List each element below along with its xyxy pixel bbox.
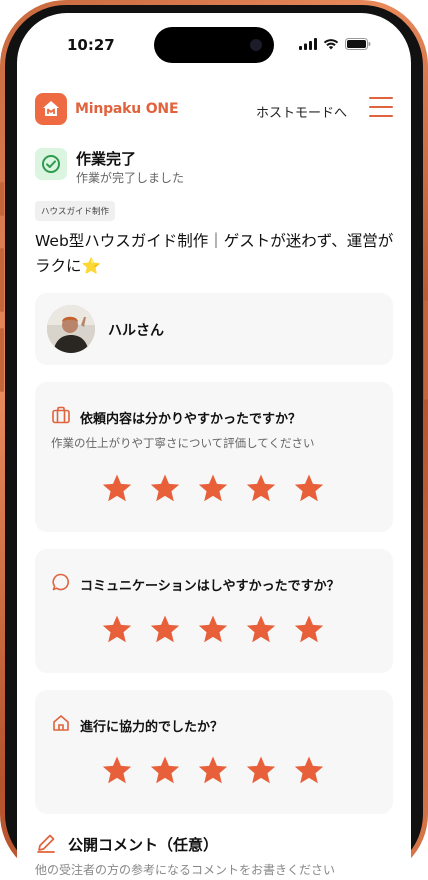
public-comment-description: 他の受注者の方の参考になるコメントをお書きください [35, 863, 336, 877]
app-header: Minpaku ONE ホストモードへ [35, 93, 393, 127]
battery-icon [345, 38, 371, 50]
star-icon[interactable] [196, 472, 230, 505]
completion-subtitle: 作業が完了しました [76, 171, 185, 185]
star-icon[interactable] [292, 613, 326, 646]
completion-title: 作業完了 [76, 150, 137, 168]
rating-question-title: 進行に協力的でしたか？ [80, 720, 224, 735]
rating-card-cooperation: 進行に協力的でしたか？ [35, 690, 393, 814]
check-circle-icon [35, 148, 67, 180]
logo-icon[interactable] [35, 93, 67, 125]
logo-text[interactable]: Minpaku ONE [75, 101, 179, 117]
star-icon[interactable] [244, 472, 278, 505]
star-rating[interactable] [100, 613, 326, 646]
rating-question-subtitle: 作業の仕上がりや丁寧さについて評価してください [51, 436, 315, 450]
star-icon[interactable] [244, 613, 278, 646]
star-icon[interactable] [196, 613, 230, 646]
dynamic-island [154, 27, 274, 63]
star-icon[interactable] [292, 754, 326, 787]
signal-icon [299, 38, 317, 50]
chat-bubble-icon [52, 573, 69, 591]
home-icon [53, 715, 69, 731]
volume-up-button [0, 248, 4, 312]
action-button [0, 182, 4, 216]
avatar [47, 305, 95, 353]
star-icon[interactable] [148, 472, 182, 505]
pencil-icon [37, 834, 55, 853]
logo-text-one: ONE [145, 101, 179, 117]
star-icon[interactable] [244, 754, 278, 787]
wifi-icon [323, 39, 339, 50]
user-name: ハルさん [108, 323, 164, 339]
camera-icon [250, 39, 262, 51]
star-icon[interactable] [196, 754, 230, 787]
rating-card-communication: コミュニケーションはしやすかったですか？ [35, 549, 393, 673]
status-time: 10:27 [67, 36, 115, 54]
star-icon[interactable] [100, 613, 134, 646]
app-screen: 10:27 Minpaku ONE ホストモードへ 作業完了 作業が完了しました… [17, 13, 411, 880]
power-button [424, 300, 428, 400]
logo-text-main: Minpaku [75, 101, 142, 117]
host-mode-link[interactable]: ホストモードへ [256, 102, 347, 121]
job-title: Web型ハウスガイド制作｜ゲストが迷わず、運営がラクに⭐ [35, 232, 394, 275]
star-icon[interactable] [100, 472, 134, 505]
category-tag: ハウスガイド制作 [35, 201, 116, 221]
status-icons [299, 38, 371, 50]
hamburger-menu-icon[interactable] [369, 97, 393, 119]
star-rating[interactable] [100, 754, 326, 787]
star-icon[interactable] [148, 754, 182, 787]
rating-card-clarity: 依頼内容は分かりやすかったですか？ 作業の仕上がりや丁寧さについて評価してくださ… [35, 382, 393, 532]
star-rating[interactable] [100, 472, 326, 505]
star-icon[interactable] [148, 613, 182, 646]
rating-question-title: 依頼内容は分かりやすかったですか？ [80, 412, 302, 427]
star-icon[interactable] [100, 754, 134, 787]
volume-down-button [0, 328, 4, 392]
status-bar: 10:27 [17, 13, 411, 73]
public-comment-title: 公開コメント（任意） [68, 836, 219, 854]
briefcase-icon [52, 406, 70, 424]
star-icon[interactable] [292, 472, 326, 505]
user-card[interactable]: ハルさん [35, 293, 393, 365]
rating-question-title: コミュニケーションはしやすかったですか？ [80, 579, 340, 594]
